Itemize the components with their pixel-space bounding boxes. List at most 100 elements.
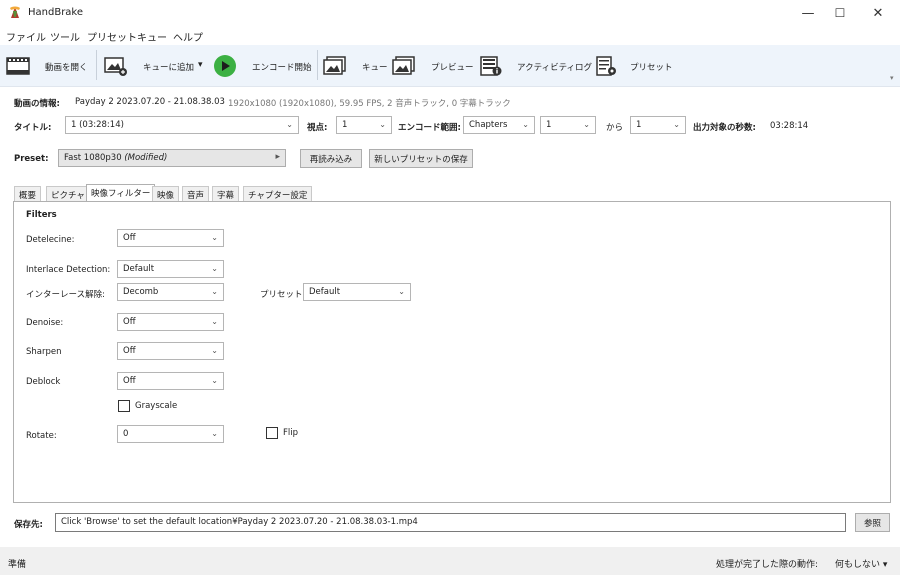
- interlace-detection-select[interactable]: Default ⌄: [117, 260, 224, 278]
- chevron-down-icon: ⌄: [673, 120, 680, 129]
- start-encode-icon[interactable]: [213, 54, 237, 78]
- tab-filters[interactable]: 映像フィルター: [86, 184, 156, 202]
- toolbar-overflow-icon[interactable]: ▾: [890, 74, 894, 82]
- chevron-down-icon: ⌄: [583, 120, 590, 129]
- add-to-queue-icon[interactable]: [104, 56, 128, 76]
- source-label: 動画の情報:: [14, 99, 60, 109]
- chevron-down-icon: ⌄: [211, 376, 218, 385]
- deblock-select[interactable]: Off ⌄: [117, 372, 224, 390]
- close-button[interactable]: ✕: [856, 0, 900, 26]
- chevron-down-icon: ⌄: [286, 120, 293, 129]
- duration-label: 出力対象の秒数:: [693, 123, 756, 133]
- menu-tools[interactable]: ツール: [50, 29, 80, 44]
- deinterlace-label: インターレース解除:: [26, 290, 105, 300]
- browse-button[interactable]: 参照: [855, 513, 890, 532]
- open-source-icon[interactable]: [6, 56, 30, 76]
- chevron-down-icon: ⌄: [211, 429, 218, 438]
- deinterlace-preset-value: Default: [309, 287, 341, 297]
- title-select[interactable]: 1 (03:28:14) ⌄: [65, 116, 299, 134]
- when-done-dropdown[interactable]: 何もしない ▾: [835, 557, 887, 570]
- angle-label: 視点:: [307, 123, 328, 133]
- deblock-value: Off: [123, 376, 136, 386]
- tab-video[interactable]: 映像: [152, 186, 180, 201]
- filters-heading: Filters: [26, 210, 57, 220]
- deinterlace-value: Decomb: [123, 287, 159, 297]
- queue-icon[interactable]: [323, 56, 347, 76]
- chevron-down-icon: ⌄: [211, 233, 218, 242]
- sharpen-select[interactable]: Off ⌄: [117, 342, 224, 360]
- angle-select-value: 1: [342, 120, 348, 130]
- window-title: HandBrake: [28, 7, 84, 18]
- rotate-value: 0: [123, 429, 129, 439]
- denoise-value: Off: [123, 317, 136, 327]
- when-done-label: 処理が完了した際の動作:: [716, 560, 819, 570]
- range-end-select[interactable]: 1 ⌄: [630, 116, 686, 134]
- activity-log-icon[interactable]: [479, 56, 503, 76]
- sharpen-label: Sharpen: [26, 347, 62, 357]
- deinterlace-select[interactable]: Decomb ⌄: [117, 283, 224, 301]
- detelecine-select[interactable]: Off ⌄: [117, 229, 224, 247]
- range-start-select[interactable]: 1 ⌄: [540, 116, 596, 134]
- menu-help[interactable]: ヘルプ: [173, 29, 203, 44]
- add-to-queue-button[interactable]: キューに追加: [143, 61, 194, 73]
- interlace-detection-label: Interlace Detection:: [26, 265, 111, 275]
- angle-select[interactable]: 1 ⌄: [336, 116, 392, 134]
- chevron-down-icon: ⌄: [211, 264, 218, 273]
- menu-queue[interactable]: キュー: [137, 29, 167, 44]
- chevron-down-icon: ⌄: [379, 120, 386, 129]
- deinterlace-preset-label: プリセット:: [260, 290, 306, 300]
- source-details: 1920x1080 (1920x1080), 59.95 FPS, 2 音声トラ…: [228, 99, 511, 109]
- tab-summary[interactable]: 概要: [14, 186, 42, 201]
- deinterlace-preset-select[interactable]: Default ⌄: [303, 283, 411, 301]
- status-text: 準備: [8, 560, 27, 570]
- flip-checkbox[interactable]: [266, 427, 278, 439]
- presets-button[interactable]: プリセット: [630, 61, 673, 73]
- preset-name: Fast 1080p30: [64, 153, 122, 163]
- handbrake-logo-icon: [10, 6, 20, 18]
- grayscale-label: Grayscale: [135, 401, 178, 411]
- toolbar-separator: [96, 50, 97, 80]
- add-to-queue-dropdown-icon[interactable]: ▾: [198, 60, 203, 70]
- rotate-label: Rotate:: [26, 431, 57, 441]
- open-source-button[interactable]: 動画を開く: [45, 61, 88, 73]
- menu-presets[interactable]: プリセット: [87, 29, 137, 44]
- title-bar: [0, 0, 900, 26]
- deblock-label: Deblock: [26, 377, 61, 387]
- preset-modified: (Modified): [124, 153, 168, 163]
- preview-button[interactable]: プレビュー: [431, 61, 474, 73]
- menu-file[interactable]: ファイル: [6, 29, 46, 44]
- preset-selector[interactable]: Fast 1080p30 (Modified) ▸: [58, 149, 286, 167]
- sharpen-value: Off: [123, 346, 136, 356]
- chevron-down-icon: ⌄: [211, 346, 218, 355]
- start-encode-button[interactable]: エンコード開始: [252, 61, 312, 73]
- title-select-value: 1 (03:28:14): [71, 120, 124, 130]
- destination-input[interactable]: Click 'Browse' to set the default locati…: [55, 513, 846, 532]
- tab-subtitles[interactable]: 字幕: [212, 186, 240, 201]
- queue-button[interactable]: キュー: [362, 61, 388, 73]
- source-name: Payday 2 2023.07.20 - 21.08.38.03: [75, 97, 225, 107]
- chevron-down-icon: ⌄: [522, 120, 529, 129]
- rotate-select[interactable]: 0 ⌄: [117, 425, 224, 443]
- duration-value: 03:28:14: [770, 121, 809, 131]
- denoise-select[interactable]: Off ⌄: [117, 313, 224, 331]
- activity-log-button[interactable]: アクティビティログ: [517, 61, 592, 73]
- range-end-value: 1: [636, 120, 642, 130]
- chevron-down-icon: ⌄: [211, 287, 218, 296]
- denoise-label: Denoise:: [26, 318, 64, 328]
- grayscale-checkbox[interactable]: [118, 400, 130, 412]
- range-type-select[interactable]: Chapters ⌄: [463, 116, 535, 134]
- toolbar-separator: [317, 50, 318, 80]
- reload-preset-button[interactable]: 再読み込み: [300, 149, 362, 168]
- range-label: エンコード範囲:: [398, 123, 461, 133]
- presets-icon[interactable]: [594, 56, 618, 76]
- range-start-value: 1: [546, 120, 552, 130]
- tab-audio[interactable]: 音声: [182, 186, 210, 201]
- tab-picture[interactable]: ピクチャ: [46, 186, 90, 201]
- flip-label: Flip: [283, 428, 299, 438]
- chevron-down-icon: ⌄: [398, 287, 405, 296]
- tab-chapters[interactable]: チャプター設定: [243, 186, 313, 201]
- range-to-label: から: [606, 123, 624, 133]
- destination-label: 保存先:: [14, 520, 43, 530]
- preview-icon[interactable]: [392, 56, 416, 76]
- save-new-preset-button[interactable]: 新しいプリセットの保存: [369, 149, 473, 168]
